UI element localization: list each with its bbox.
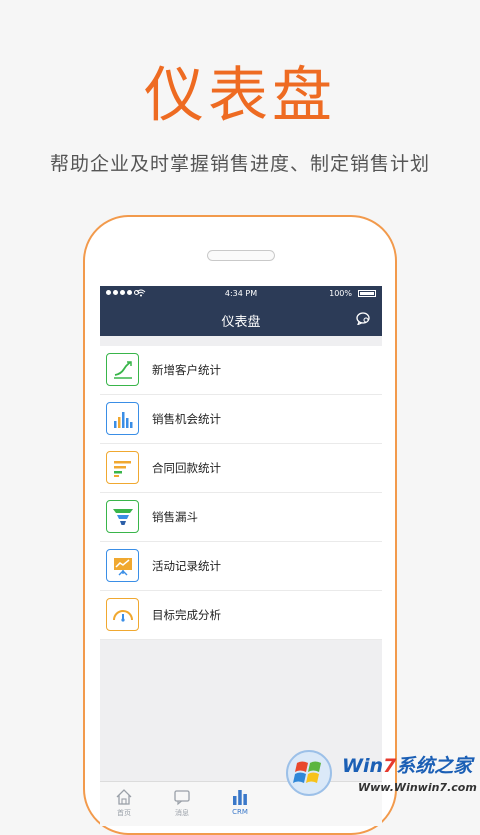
tab-label: 首页: [117, 809, 131, 817]
menu-item-goal-analysis[interactable]: 目标完成分析: [100, 591, 382, 640]
horizontal-bar-chart-icon: [106, 451, 139, 484]
menu-item-activity-records[interactable]: 活动记录统计: [100, 542, 382, 591]
watermark-brand: Win7系统之家: [342, 755, 473, 777]
nav-title: 仪表盘: [221, 315, 261, 330]
menu-item-label: 目标完成分析: [152, 608, 221, 622]
watermark-logo: Win7系统之家 Www.Winwin7.com: [280, 745, 480, 800]
funnel-icon: [106, 500, 139, 533]
menu-item-label: 新增客户统计: [152, 363, 221, 377]
hero-subtitle: 帮助企业及时掌握销售进度、制定销售计划: [49, 153, 430, 175]
bar-chart-icon: [106, 402, 139, 435]
tab-home[interactable]: 首页: [104, 788, 144, 818]
menu-item-sales-opportunities[interactable]: 销售机会统计: [100, 395, 382, 444]
message-icon: [174, 790, 190, 806]
menu-item-label: 活动记录统计: [152, 559, 221, 573]
chat-bubble-icon[interactable]: [356, 312, 370, 325]
growth-line-chart-icon: [106, 353, 139, 386]
tab-crm[interactable]: CRM: [220, 788, 260, 816]
menu-item-sales-funnel[interactable]: 销售漏斗: [100, 493, 382, 542]
nav-bar: 仪表盘: [100, 302, 382, 336]
tab-messages[interactable]: 消息: [162, 788, 202, 818]
home-icon: [116, 789, 132, 805]
phone-speaker: [207, 250, 275, 261]
menu-item-contract-payments[interactable]: 合同回款统计: [100, 444, 382, 493]
tab-label: CRM: [232, 808, 248, 816]
presentation-board-icon: [106, 549, 139, 582]
hero-title: 仪表盘: [144, 61, 336, 131]
watermark-url: Www.Winwin7.com: [358, 781, 477, 794]
dashboard-menu: 新增客户统计 销售机会统计 合同回款统计 销售漏斗 活动记录统计 目标完成分析: [100, 346, 382, 640]
windows-globe-icon: [286, 750, 332, 796]
menu-item-label: 合同回款统计: [152, 461, 221, 475]
status-bar: 4:34 PM 100%: [100, 286, 382, 302]
tab-label: 消息: [175, 809, 189, 817]
menu-item-label: 销售机会统计: [152, 412, 221, 426]
battery-text: 100%: [329, 289, 352, 298]
crm-bar-icon: [233, 790, 247, 805]
menu-item-label: 销售漏斗: [152, 510, 198, 524]
gauge-icon: [106, 598, 139, 631]
menu-item-new-customers[interactable]: 新增客户统计: [100, 346, 382, 395]
phone-frame: 4:34 PM 100% 仪表盘 新增客户统计 销售机会统计 合同回款统计 销售…: [83, 215, 397, 835]
battery-icon: [358, 290, 376, 297]
